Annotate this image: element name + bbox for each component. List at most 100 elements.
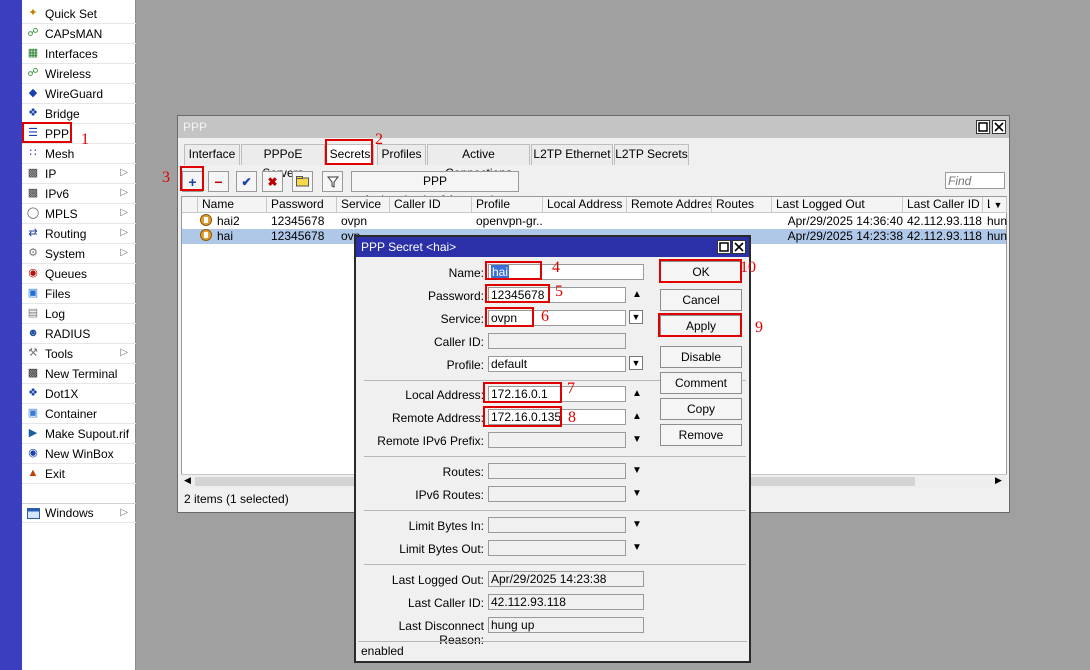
sidebar-item-routing[interactable]: ⇄ Routing ▷ xyxy=(22,224,136,244)
ppp-titlebar[interactable]: PPP xyxy=(178,116,1009,138)
sidebar-item-make-supout-rif[interactable]: ▶ Make Supout.rif xyxy=(22,424,136,444)
sidebar-item-label: Queues xyxy=(45,266,88,281)
remote-ipv6-prefix-field[interactable] xyxy=(488,432,626,448)
cell-last-disconnect: hung xyxy=(987,214,1007,228)
sidebar-item-label: System xyxy=(45,246,86,261)
limit-bytes-in-field[interactable] xyxy=(488,517,626,533)
tab-profiles[interactable]: Profiles xyxy=(377,144,426,165)
sidebar-item-log[interactable]: ▤ Log xyxy=(22,304,136,324)
filter-button[interactable] xyxy=(322,171,343,192)
close-button[interactable] xyxy=(992,120,1006,134)
column-header-caller-id[interactable]: Caller ID xyxy=(390,197,472,213)
sidebar-item-label: Dot1X xyxy=(45,386,79,401)
ppp-auth-accounting-button[interactable]: PPP Authentication&Accounting xyxy=(351,171,519,207)
enable-button[interactable]: ✔ xyxy=(236,171,257,192)
expand-down-icon[interactable]: ▼ xyxy=(630,433,644,447)
sidebar-item-exit[interactable]: ▲ Exit xyxy=(22,464,136,484)
disable-button[interactable]: Disable xyxy=(660,346,742,368)
column-header-service[interactable]: Service xyxy=(337,197,390,213)
tab-l2tp-secrets[interactable]: L2TP Secrets xyxy=(614,144,689,165)
secret-dialog-titlebar[interactable]: PPP Secret <hai> xyxy=(356,237,749,257)
sidebar-item-queues[interactable]: ◉ Queues xyxy=(22,264,136,284)
sidebar-item-label: Mesh xyxy=(45,146,75,161)
sidebar-item-mpls[interactable]: ◯ MPLS ▷ xyxy=(22,204,136,224)
table-row[interactable]: hai2 12345678 ovpn openvpn-gr... Apr/29/2025… xyxy=(182,214,1007,229)
collapse-up-icon[interactable]: ▲ xyxy=(630,387,644,401)
tab-l2tp-ethernet[interactable]: L2TP Ethernet xyxy=(531,144,613,165)
tab-active-connections[interactable]: Active Connections xyxy=(427,144,530,180)
sidebar-item-radius[interactable]: ☻ RADIUS xyxy=(22,324,136,344)
sidebar-item-wireless[interactable]: ☍ Wireless xyxy=(22,64,136,84)
sidebar-item-ip[interactable]: ▩ IP ▷ xyxy=(22,164,136,184)
submenu-arrow-icon: ▷ xyxy=(120,507,128,518)
sidebar-item-new-terminal[interactable]: ▩ New Terminal xyxy=(22,364,136,384)
sidebar-item-tools[interactable]: ⚒ Tools ▷ xyxy=(22,344,136,364)
column-header-local-address[interactable]: Local Address xyxy=(543,197,627,213)
scroll-right-icon[interactable]: ▶ xyxy=(995,475,1002,486)
sidebar-item-ipv6[interactable]: ▩ IPv6 ▷ xyxy=(22,184,136,204)
user-status-icon xyxy=(200,229,212,244)
sidebar-item-interfaces[interactable]: ▦ Interfaces xyxy=(22,44,136,64)
tab-interface[interactable]: Interface xyxy=(184,144,240,165)
sidebar-item-label: New Terminal xyxy=(45,366,118,381)
exit-icon: ▲ xyxy=(27,467,39,479)
sidebar-item-container[interactable]: ▣ Container xyxy=(22,404,136,424)
annotation-number: 10 xyxy=(740,259,756,276)
ipv6-routes-field[interactable] xyxy=(488,486,626,502)
sidebar-item-quick-set[interactable]: ✦ Quick Set xyxy=(22,4,136,24)
collapse-up-icon[interactable]: ▲ xyxy=(630,288,644,302)
sidebar-item-mesh[interactable]: ∷ Mesh xyxy=(22,144,136,164)
sidebar-item-windows[interactable]: Windows ▷ xyxy=(22,503,136,523)
remove-button[interactable]: Remove xyxy=(660,424,742,446)
sidebar-item-label: WireGuard xyxy=(45,86,104,101)
column-header-name[interactable]: Name xyxy=(198,197,267,213)
dropdown-icon[interactable]: ▼ xyxy=(629,310,643,324)
column-header-password[interactable]: Password xyxy=(267,197,337,213)
sidebar-item-wireguard[interactable]: ◆ WireGuard xyxy=(22,84,136,104)
sidebar-item-system[interactable]: ⚙ System ▷ xyxy=(22,244,136,264)
column-header-last-caller-id[interactable]: Last Caller ID xyxy=(903,197,983,213)
sidebar-item-bridge[interactable]: ❖ Bridge xyxy=(22,104,136,124)
column-header-profile[interactable]: Profile xyxy=(472,197,543,213)
limit-bytes-out-field[interactable] xyxy=(488,540,626,556)
dropdown-icon[interactable]: ▼ xyxy=(629,356,643,370)
column-header-flags[interactable] xyxy=(182,197,198,213)
sidebar-item-label: Quick Set xyxy=(45,6,98,21)
caller-id-field[interactable] xyxy=(488,333,626,349)
separator xyxy=(364,510,746,511)
scroll-left-icon[interactable]: ◀ xyxy=(184,475,191,486)
separator xyxy=(364,456,746,457)
find-input[interactable] xyxy=(945,172,1005,189)
sidebar-item-dot1x[interactable]: ❖ Dot1X xyxy=(22,384,136,404)
expand-down-icon[interactable]: ▼ xyxy=(630,518,644,532)
collapse-up-icon[interactable]: ▲ xyxy=(630,410,644,424)
column-header-routes[interactable]: Routes xyxy=(712,197,772,213)
sidebar-item-new-winbox[interactable]: ◉ New WinBox xyxy=(22,444,136,464)
expand-down-icon[interactable]: ▼ xyxy=(630,464,644,478)
column-header-remote-address[interactable]: Remote Address xyxy=(627,197,712,213)
profile-select[interactable]: default xyxy=(488,356,626,372)
routes-field[interactable] xyxy=(488,463,626,479)
dialog-maximize-button[interactable] xyxy=(717,240,731,254)
cancel-button[interactable]: Cancel xyxy=(660,289,742,311)
sidebar-item-files[interactable]: ▣ Files xyxy=(22,284,136,304)
comment-button[interactable] xyxy=(292,171,313,192)
remove-button[interactable]: − xyxy=(208,171,229,192)
sidebar-item-capsman[interactable]: ☍ CAPsMAN xyxy=(22,24,136,44)
user-status-icon xyxy=(200,214,212,229)
tab-pppoe-servers[interactable]: PPPoE Servers xyxy=(241,144,325,180)
expand-down-icon[interactable]: ▼ xyxy=(630,541,644,555)
maximize-button[interactable] xyxy=(976,120,990,134)
log-icon: ▤ xyxy=(27,307,39,319)
copy-button[interactable]: Copy xyxy=(660,398,742,420)
comment-button[interactable]: Comment xyxy=(660,372,742,394)
antenna-icon: ☍ xyxy=(27,27,39,39)
dialog-close-button[interactable] xyxy=(732,240,746,254)
disable-button[interactable]: ✖ xyxy=(262,171,283,192)
column-menu-icon[interactable]: ▼ xyxy=(990,197,1006,213)
cell-name: hai xyxy=(217,229,234,243)
limit-bytes-in-label: Limit Bytes In: xyxy=(408,519,484,533)
expand-down-icon[interactable]: ▼ xyxy=(630,487,644,501)
secret-dialog-title: PPP Secret <hai> xyxy=(361,240,457,254)
column-header-last-logged-out[interactable]: Last Logged Out xyxy=(772,197,903,213)
